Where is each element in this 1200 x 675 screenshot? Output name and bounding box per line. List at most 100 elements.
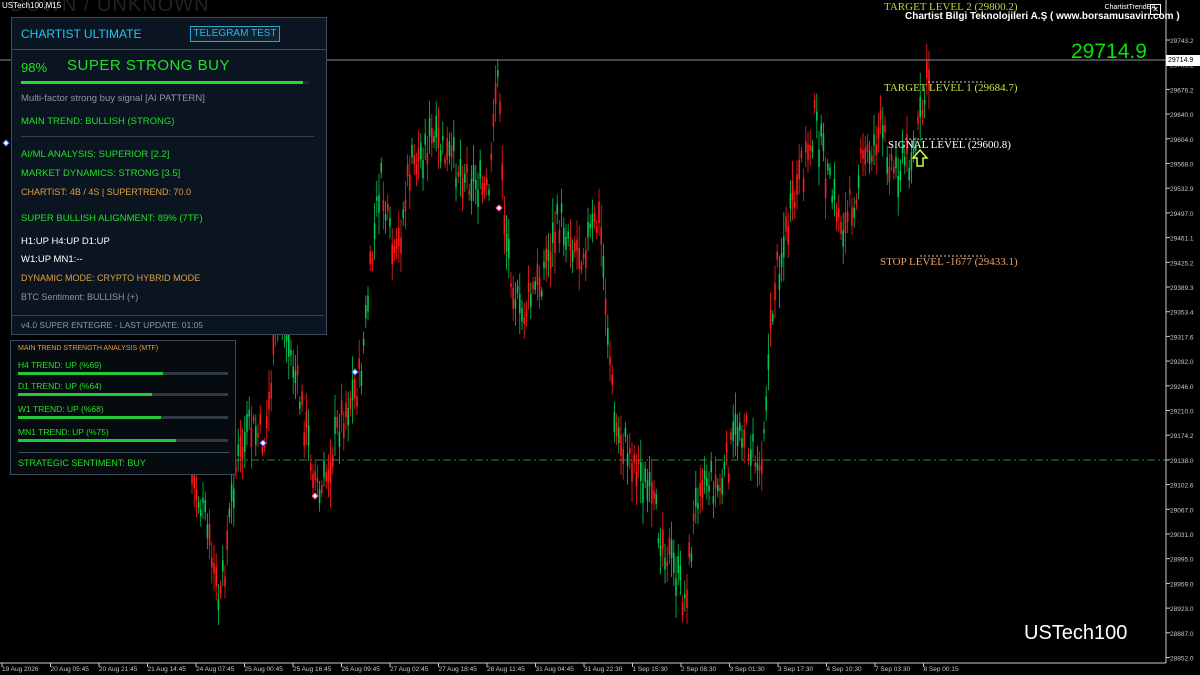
candle-body — [404, 199, 407, 212]
candle-body — [622, 448, 624, 464]
candle-body — [640, 462, 642, 481]
candle-body — [545, 248, 547, 269]
time-tick-label: 31 Aug 04:45 — [536, 666, 575, 673]
candle-body — [303, 432, 305, 447]
candle-body — [327, 469, 330, 483]
candle-body — [228, 508, 231, 517]
trend-row-mn1: MN1 TREND: UP (%75) — [18, 427, 230, 442]
candle-body — [569, 236, 572, 251]
candle-body — [543, 261, 545, 268]
candle-body — [741, 437, 743, 448]
candle-body — [919, 96, 921, 118]
candle-body — [642, 483, 644, 504]
candle-body — [829, 167, 831, 176]
candle-body — [514, 299, 517, 309]
ea-name: ChartistTrendEA — [1104, 4, 1156, 11]
candle-body — [824, 178, 827, 198]
candle-body — [576, 239, 578, 251]
candle-body — [769, 309, 772, 329]
candle-body — [871, 155, 873, 162]
candle-body — [571, 250, 574, 262]
candle-body — [822, 133, 825, 152]
candle-body — [789, 193, 792, 209]
candle-body — [664, 557, 666, 570]
candle-body — [723, 461, 726, 470]
candle-body — [620, 434, 622, 456]
candle-body — [382, 200, 385, 211]
market-dynamics: MARKET DYNAMICS: STRONG [3.5] — [21, 168, 181, 179]
candle-body — [413, 155, 415, 165]
candle-body — [521, 308, 523, 322]
candle-body — [860, 148, 862, 154]
candle-body — [288, 334, 290, 357]
candle-body — [193, 475, 195, 489]
ai-analysis: AI/ML ANALYSIS: SUPERIOR [2.2] — [21, 149, 170, 160]
tf-line-2: W1:UP MN1:-- — [21, 254, 83, 265]
price-tick-label: 29497.0 — [1170, 211, 1194, 218]
trend-label: W1 TREND: UP (%68) — [18, 404, 104, 414]
candle-body — [314, 471, 316, 480]
candle-body — [644, 468, 646, 482]
candle-body — [294, 371, 297, 384]
candle-body — [820, 123, 822, 137]
candle-body — [879, 109, 882, 121]
candle-body — [921, 110, 924, 115]
candle-body — [774, 283, 776, 301]
candle-body — [589, 223, 591, 229]
telegram-test-button[interactable]: TELEGRAM TEST — [190, 26, 280, 42]
candle-body — [558, 229, 561, 244]
candle-body — [778, 273, 781, 290]
candle-body — [611, 374, 613, 385]
candle-body — [497, 69, 499, 77]
candle-body — [565, 236, 567, 250]
candle-body — [697, 502, 699, 509]
candle-body — [604, 298, 607, 315]
candle-body — [813, 100, 816, 108]
candle-body — [217, 598, 220, 611]
candle-body — [200, 509, 202, 517]
candle-body — [197, 502, 200, 508]
candle-body — [450, 145, 453, 158]
candle-body — [677, 555, 679, 574]
candle-body — [767, 354, 770, 370]
candle-body — [765, 396, 767, 411]
candle-body — [842, 230, 844, 247]
candle-body — [367, 295, 369, 312]
candle-body — [362, 339, 365, 346]
candle-body — [626, 453, 629, 467]
candle-body — [666, 561, 668, 567]
trend-bar — [18, 372, 228, 375]
candle-body — [371, 257, 374, 264]
price-tick-label: 29174.2 — [1170, 433, 1194, 440]
candle-body — [598, 201, 600, 224]
candle-body — [468, 190, 470, 195]
candle-body — [296, 364, 299, 376]
candle-body — [479, 160, 481, 179]
candle-body — [890, 154, 893, 161]
candle-body — [378, 195, 380, 213]
candle-body — [316, 477, 319, 483]
candle-body — [688, 542, 690, 558]
candle-body — [376, 196, 378, 201]
candle-body — [351, 379, 354, 401]
candle-body — [530, 293, 532, 308]
signal-diamond-icon — [2, 139, 10, 147]
candle-body — [239, 435, 242, 457]
candle-body — [556, 204, 558, 215]
candle-body — [719, 487, 721, 492]
candle-body — [794, 201, 796, 208]
candle-body — [899, 170, 902, 181]
signal-description: Multi-factor strong buy signal [AI PATTE… — [21, 93, 205, 104]
time-tick-label: 25 Aug 00:45 — [245, 666, 284, 673]
candle-body — [215, 566, 217, 587]
trend-label: H4 TREND: UP (%69) — [18, 360, 102, 370]
candle-body — [387, 203, 389, 212]
time-tick-label: 20 Aug 21:45 — [99, 666, 138, 673]
candle-body — [717, 484, 719, 492]
candle-body — [888, 166, 891, 183]
candle-body — [248, 409, 250, 417]
price-tick-label: 29067.0 — [1170, 507, 1194, 514]
candle-body — [455, 177, 457, 188]
candle-body — [831, 195, 833, 203]
candle-body — [807, 144, 809, 161]
